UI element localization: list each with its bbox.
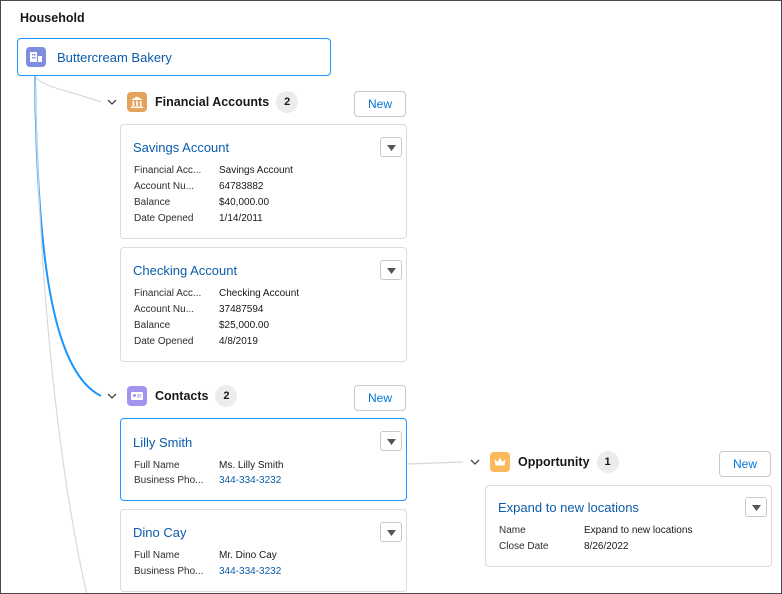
field-value: Ms. Lilly Smith (219, 460, 284, 471)
field-row: Full Name Mr. Dino Cay (134, 550, 277, 561)
bank-icon (127, 92, 147, 112)
contact-card-lilly-smith[interactable]: Lilly Smith Full Name Ms. Lilly Smith Bus… (120, 418, 407, 501)
field-label: Account Nu... (134, 181, 195, 192)
chevron-down-icon[interactable] (105, 95, 119, 109)
connector-root-continuing (34, 75, 88, 593)
dropdown-arrow-icon (386, 138, 396, 156)
field-row: Full Name Ms. Lilly Smith (134, 460, 283, 471)
household-icon (26, 47, 46, 67)
connector-contact-opportunity (406, 461, 464, 465)
chevron-down-icon[interactable] (105, 389, 119, 403)
card-menu-button[interactable] (380, 522, 402, 542)
field-label: Financial Acc... (134, 288, 202, 299)
financial-accounts-count: 2 (276, 91, 299, 113)
field-row: Name Expand to new locations (499, 525, 692, 536)
opportunity-header: Opportunity 1 (468, 451, 619, 473)
card-menu-button[interactable] (380, 260, 402, 280)
field-row: Business Pho... 344-334-3232 (134, 566, 281, 577)
field-value: 64783882 (219, 181, 264, 192)
field-row: Account Nu... 64783882 (134, 181, 264, 192)
financial-accounts-new-button[interactable]: New (354, 91, 406, 117)
field-row: Balance $25,000.00 (134, 320, 269, 331)
connector-root-financial (34, 75, 102, 103)
card-menu-button[interactable] (745, 497, 767, 517)
card-title[interactable]: Expand to new locations (498, 500, 639, 515)
phone-link[interactable]: 344-334-3232 (219, 566, 281, 577)
household-root-card[interactable]: Buttercream Bakery (17, 38, 331, 76)
card-menu-button[interactable] (380, 137, 402, 157)
field-row: Financial Acc... Savings Account (134, 165, 293, 176)
dropdown-arrow-icon (386, 261, 396, 279)
field-row: Date Opened 4/8/2019 (134, 336, 258, 347)
field-value: 37487594 (219, 304, 264, 315)
contacts-count: 2 (215, 385, 238, 407)
dropdown-arrow-icon (386, 523, 396, 541)
savings-account-card[interactable]: Savings Account Financial Acc... Savings … (120, 124, 407, 239)
field-value: $25,000.00 (219, 320, 270, 331)
card-title[interactable]: Checking Account (133, 263, 237, 278)
crown-icon (490, 452, 510, 472)
field-row: Balance $40,000.00 (134, 197, 269, 208)
field-label: Date Opened (134, 213, 194, 224)
financial-accounts-header: Financial Accounts 2 (105, 91, 299, 113)
contact-card-dino-cay[interactable]: Dino Cay Full Name Mr. Dino Cay Business … (120, 509, 407, 592)
field-value: Mr. Dino Cay (219, 550, 277, 561)
card-title[interactable]: Dino Cay (133, 525, 186, 540)
household-frame: Household Buttercream Bakery Financial A… (0, 0, 782, 594)
field-label: Business Pho... (134, 475, 204, 486)
contacts-header: Contacts 2 (105, 385, 238, 407)
field-value: Expand to new locations (584, 525, 693, 536)
field-value: 4/8/2019 (219, 336, 258, 347)
contact-card-icon (127, 386, 147, 406)
connector-root-contacts-active (34, 75, 102, 397)
field-value: 8/26/2022 (584, 541, 629, 552)
contacts-new-button[interactable]: New (354, 385, 406, 411)
field-label: Date Opened (134, 336, 194, 347)
contacts-label: Contacts (155, 389, 209, 403)
opportunity-label: Opportunity (518, 455, 590, 469)
field-row: Financial Acc... Checking Account (134, 288, 299, 299)
field-row: Date Opened 1/14/2011 (134, 213, 263, 224)
household-name[interactable]: Buttercream Bakery (57, 50, 172, 65)
field-label: Business Pho... (134, 566, 204, 577)
checking-account-card[interactable]: Checking Account Financial Acc... Checkin… (120, 247, 407, 362)
field-label: Full Name (134, 550, 180, 561)
card-title[interactable]: Lilly Smith (133, 435, 192, 450)
field-row: Account Nu... 37487594 (134, 304, 264, 315)
dropdown-arrow-icon (386, 432, 396, 450)
field-label: Name (499, 525, 526, 536)
field-value: Savings Account (219, 165, 293, 176)
field-label: Close Date (499, 541, 549, 552)
page-title: Household (20, 11, 85, 25)
field-value: 1/14/2011 (219, 213, 263, 224)
card-menu-button[interactable] (380, 431, 402, 451)
opportunity-count: 1 (596, 451, 619, 473)
field-label: Full Name (134, 460, 180, 471)
field-label: Financial Acc... (134, 165, 202, 176)
opportunity-new-button[interactable]: New (719, 451, 771, 477)
dropdown-arrow-icon (751, 498, 761, 516)
phone-link[interactable]: 344-334-3232 (219, 475, 281, 486)
field-label: Balance (134, 197, 171, 208)
field-row: Business Pho... 344-334-3232 (134, 475, 281, 486)
field-value: Checking Account (219, 288, 300, 299)
field-value: $40,000.00 (219, 197, 270, 208)
chevron-down-icon[interactable] (468, 455, 482, 469)
field-label: Account Nu... (134, 304, 195, 315)
card-title[interactable]: Savings Account (133, 140, 229, 155)
field-label: Balance (134, 320, 171, 331)
opportunity-card[interactable]: Expand to new locations Name Expand to ne… (485, 485, 772, 567)
field-row: Close Date 8/26/2022 (499, 541, 629, 552)
financial-accounts-label: Financial Accounts (155, 95, 270, 109)
